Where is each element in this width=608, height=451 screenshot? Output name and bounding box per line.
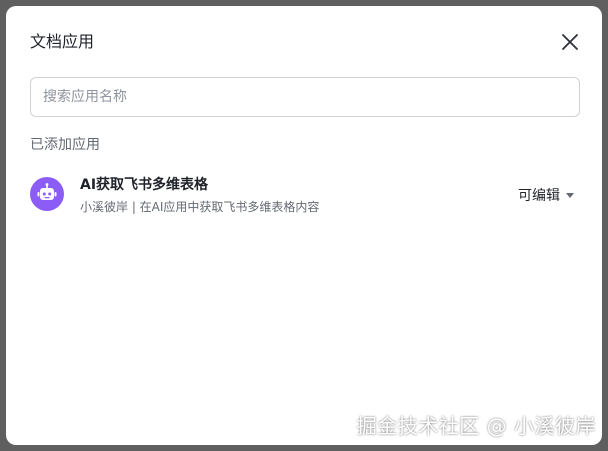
app-list-item[interactable]: AI获取飞书多维表格 小溪彼岸 | 在AI应用中获取飞书多维表格内容 可编辑 bbox=[30, 172, 580, 222]
permission-dropdown[interactable]: 可编辑 bbox=[518, 186, 574, 206]
app-avatar bbox=[30, 177, 64, 211]
dialog-title: 文档应用 bbox=[30, 32, 95, 51]
close-button[interactable] bbox=[558, 30, 582, 54]
search-input[interactable] bbox=[31, 78, 579, 116]
permission-label: 可编辑 bbox=[518, 188, 560, 204]
close-icon bbox=[562, 34, 578, 50]
app-name: AI获取飞书多维表格 bbox=[80, 177, 209, 193]
added-apps-label: 已添加应用 bbox=[30, 137, 100, 153]
robot-icon bbox=[37, 183, 57, 200]
watermark: 掘金技术社区 @ 小溪彼岸 bbox=[356, 414, 596, 438]
screen-backdrop: 文档应用 已添加应用 bbox=[0, 0, 608, 451]
document-apps-dialog: 文档应用 已添加应用 bbox=[6, 6, 602, 445]
app-description: 小溪彼岸 | 在AI应用中获取飞书多维表格内容 bbox=[80, 200, 320, 214]
search-field[interactable] bbox=[30, 77, 580, 117]
caret-down-icon bbox=[566, 193, 574, 198]
